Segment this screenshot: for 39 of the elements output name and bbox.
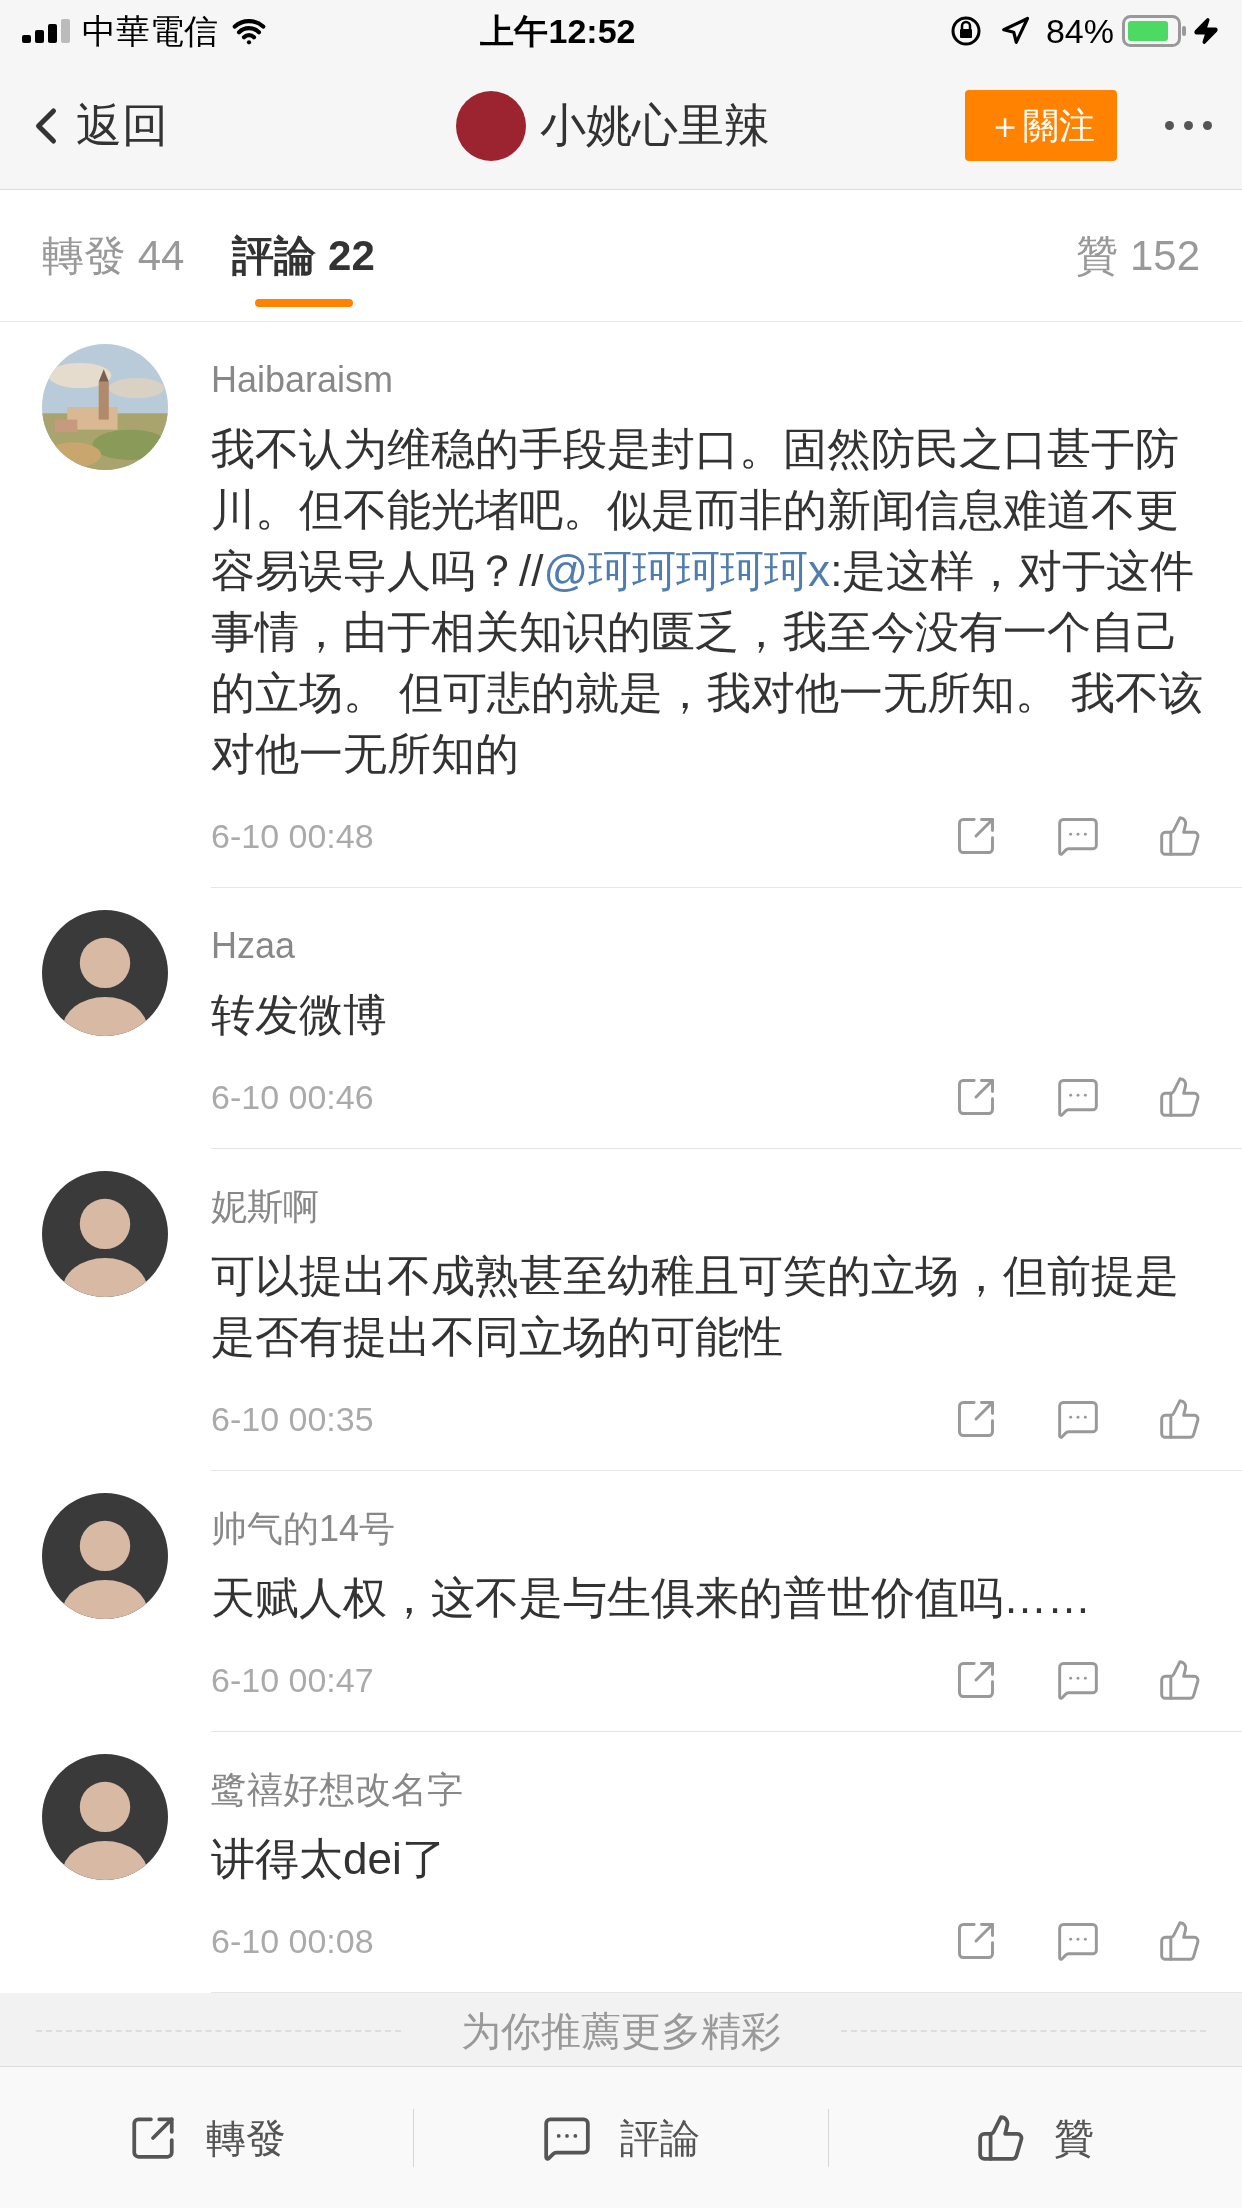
carrier-name: 中華電信 (82, 10, 218, 52)
follow-button[interactable]: ＋關注 (965, 90, 1117, 161)
charging-icon (1192, 17, 1220, 45)
thumbs-up-icon[interactable] (1158, 1075, 1202, 1119)
toolbar-button[interactable]: 贊 (828, 2107, 1242, 2168)
thumbs-up-icon[interactable] (1158, 1397, 1202, 1441)
comment-time: 6-10 00:08 (211, 1920, 375, 1962)
comment-text: 我不认为维稳的手段是封口。固然防民之口甚于防川。但不能光堵吧。似是而非的新闻信息难道不更容易误导人吗？//@珂珂珂珂珂x:是这样，对于这件事情，由于相关知识的匮乏，我至今没有一个自己的立场。 但可悲的就是，我对他一无所知。 我不该对他一无所知的 (211, 423, 1205, 780)
comment-time: 6-10 00:46 (211, 1076, 375, 1118)
status-time: 上午12:52 (480, 10, 636, 52)
recommend-heading: 为你推薦更多精彩 (461, 2009, 781, 2053)
user-name[interactable]: 妮斯啊 (211, 1183, 319, 1231)
back-button[interactable]: 返回 (30, 91, 280, 160)
user-name[interactable]: 鹭禧好想改名字 (211, 1766, 463, 1814)
battery-icon (1122, 15, 1188, 47)
more-icon[interactable] (1165, 120, 1212, 131)
rotation-lock-icon (949, 15, 982, 47)
mention-link[interactable]: @珂珂珂珂珂x (543, 546, 831, 595)
comment-time: 6-10 00:48 (211, 815, 375, 857)
tab[interactable]: 評論 22 (232, 189, 375, 322)
comment-text: 转发微博 (211, 989, 388, 1041)
toolbar-button[interactable]: 評論 (414, 2107, 828, 2168)
user-name[interactable]: Haibaraism (211, 356, 394, 404)
comment-time: 6-10 00:47 (211, 1659, 375, 1701)
comment-text: 天赋人权，这不是与生俱来的普世价值吗…… (211, 1572, 1092, 1624)
thumbs-up-icon[interactable] (1158, 1919, 1202, 1963)
thumbs-up-icon[interactable] (1158, 1658, 1202, 1702)
comment-time: 6-10 00:35 (211, 1398, 375, 1440)
tab[interactable]: 贊 152 (1076, 189, 1200, 322)
thumbs-up-icon[interactable] (1158, 814, 1202, 858)
location-icon (999, 16, 1030, 46)
user-name[interactable]: 帅气的14号 (211, 1505, 396, 1553)
comment-text: 可以提出不成熟甚至幼稚且可笑的立场，但前提是是否有提出不同立场的可能性 (211, 1250, 1180, 1363)
comment-text: 讲得太dei了 (211, 1833, 447, 1885)
toolbar-button[interactable]: 轉發 (0, 2107, 414, 2168)
battery-percent: 84% (1045, 10, 1114, 52)
account-name: 小姚心里辣 (539, 98, 770, 153)
tab[interactable]: 轉發 44 (42, 189, 185, 322)
user-name[interactable]: Hzaa (211, 922, 296, 970)
